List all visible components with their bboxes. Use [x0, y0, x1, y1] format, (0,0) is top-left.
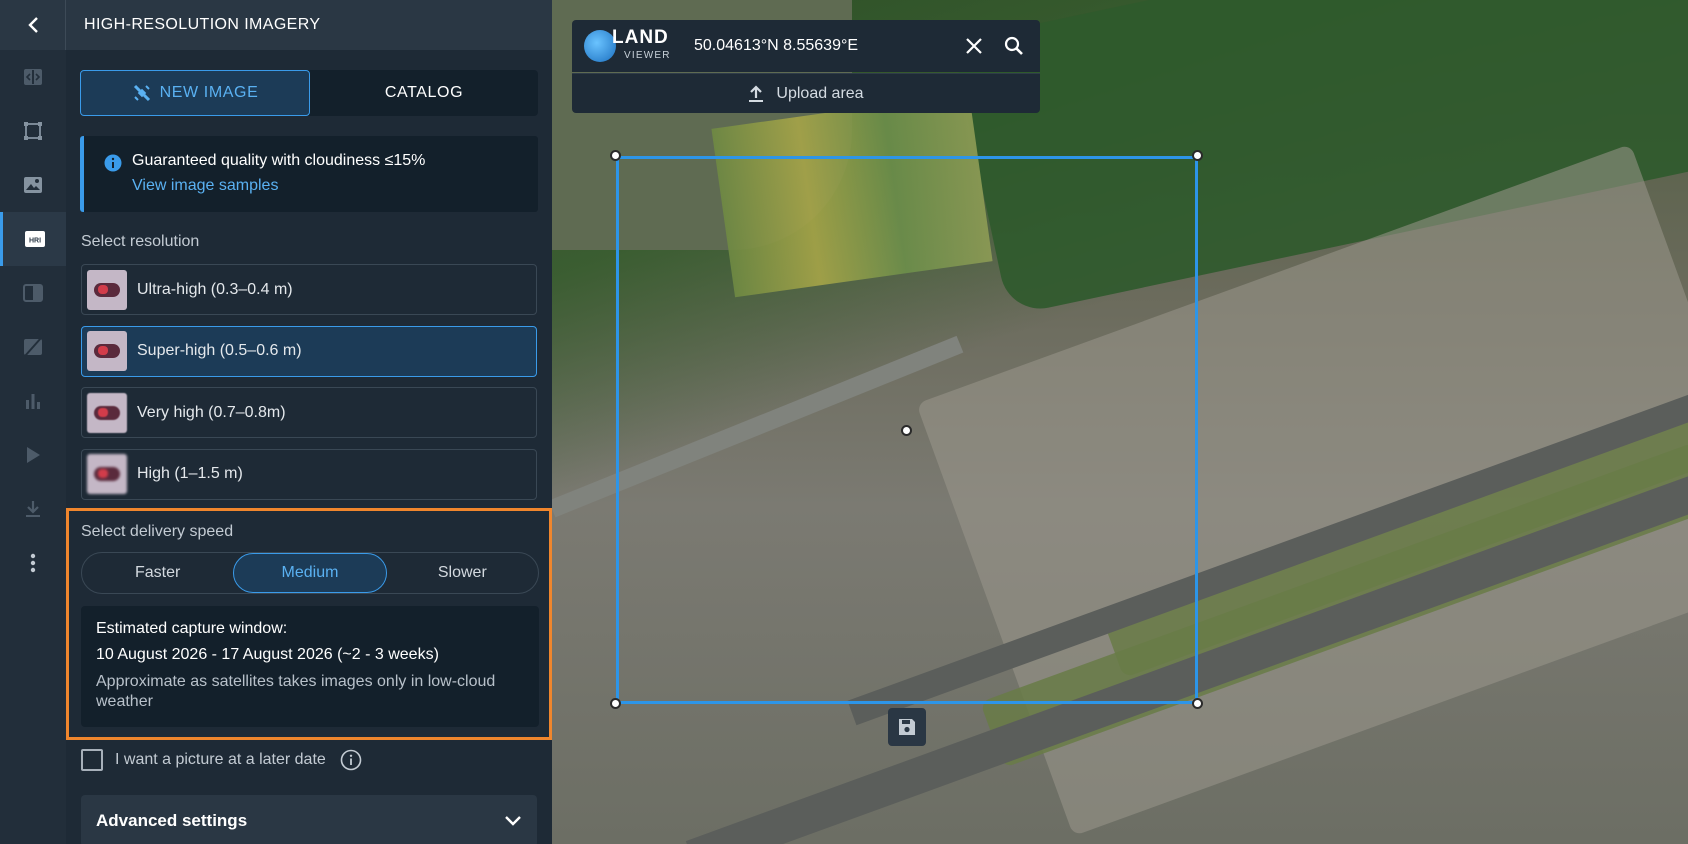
title-bar: HIGH-RESOLUTION IMAGERY	[0, 0, 552, 50]
advanced-settings-label: Advanced settings	[96, 811, 248, 830]
resolution-option-label: Super-high (0.5–0.6 m)	[137, 342, 302, 359]
play-icon	[27, 447, 40, 463]
upload-icon	[749, 84, 764, 102]
rail-draw-area[interactable]	[0, 104, 66, 158]
later-date-label: I want a picture at a later date	[115, 751, 326, 768]
speed-option-faster[interactable]: Faster	[82, 553, 233, 593]
split-view-icon	[23, 284, 43, 302]
resolution-thumbnail	[87, 331, 127, 371]
mode-tabs: NEW IMAGE CATALOG	[80, 70, 538, 116]
info-circle-icon[interactable]	[340, 749, 362, 771]
resolution-thumbnail	[87, 269, 127, 310]
chevron-left-icon	[27, 17, 38, 33]
upload-area-label: Upload area	[776, 84, 864, 102]
resolution-option-super-high[interactable]: Super-high (0.5–0.6 m)	[81, 325, 537, 377]
capture-window-title: Estimated capture window:	[96, 620, 288, 637]
resolution-option-label: Ultra-high (0.3–0.4 m)	[137, 280, 293, 298]
resolution-option-ultra-high[interactable]: Ultra-high (0.3–0.4 m)	[81, 264, 537, 315]
no-image-icon	[24, 337, 42, 357]
aoi-handle-inner[interactable]	[901, 425, 912, 436]
image-icon	[24, 177, 42, 193]
view-samples-link[interactable]: View image samples	[132, 177, 278, 195]
tab-new-image-label: NEW IMAGE	[159, 84, 259, 101]
resolution-label: Select resolution	[81, 233, 200, 250]
capture-window-note: Approximate as satellites takes images o…	[96, 673, 496, 710]
close-icon	[966, 38, 982, 54]
aoi-handle-top-left[interactable]	[610, 150, 621, 161]
rail-split-view[interactable]	[0, 266, 66, 320]
rail-play[interactable]	[0, 428, 66, 482]
rail-no-image[interactable]	[0, 320, 66, 374]
later-date-checkbox[interactable]	[81, 749, 103, 771]
satellite-icon	[133, 84, 150, 102]
upload-area-button[interactable]: Upload area	[572, 73, 1040, 113]
resolution-option-label: Very high (0.7–0.8m)	[137, 403, 286, 421]
resolution-option-high[interactable]: High (1–1.5 m)	[81, 448, 537, 500]
aoi-handle-bottom-right[interactable]	[1192, 698, 1203, 709]
save-area-button[interactable]	[888, 708, 926, 746]
advanced-settings-toggle[interactable]: Advanced settings	[81, 795, 537, 844]
analytics-icon	[26, 394, 40, 409]
later-date-row: I want a picture at a later date	[81, 749, 362, 771]
resolution-option-label: High (1–1.5 m)	[137, 465, 243, 482]
app-root: HIGH-RESOLUTION IMAGERY HRI NEW IMAGE CA…	[0, 0, 1688, 844]
back-button[interactable]	[0, 0, 66, 50]
resolution-list: Ultra-high (0.3–0.4 m) Super-high (0.5–0…	[81, 264, 537, 510]
tab-new-image[interactable]: NEW IMAGE	[80, 70, 310, 116]
rail-compare[interactable]	[0, 50, 66, 104]
search-icon	[1004, 36, 1023, 55]
rail-images[interactable]	[0, 158, 66, 212]
aoi-handle-top-right[interactable]	[1192, 150, 1203, 161]
resolution-thumbnail	[87, 454, 127, 494]
clear-search-button[interactable]	[954, 26, 994, 66]
speed-option-medium[interactable]: Medium	[233, 553, 387, 593]
info-icon	[104, 154, 122, 172]
chevron-down-icon	[505, 816, 521, 826]
delivery-speed-label: Select delivery speed	[81, 523, 234, 540]
compare-icon	[24, 69, 42, 85]
logo-main-text: LAND	[612, 27, 669, 48]
rail-hri[interactable]: HRI	[0, 212, 66, 266]
draw-area-icon	[24, 122, 42, 140]
delivery-speed-section: Select delivery speed Faster Medium Slow…	[66, 508, 552, 740]
download-icon	[26, 501, 40, 517]
search-input[interactable]	[694, 37, 954, 55]
landviewer-logo: LAND VIEWER	[584, 26, 680, 66]
hri-icon: HRI	[24, 231, 45, 247]
page-title: HIGH-RESOLUTION IMAGERY	[84, 16, 321, 33]
rail-download[interactable]	[0, 482, 66, 536]
quality-info-box: Guaranteed quality with cloudiness ≤15% …	[80, 136, 538, 212]
svg-text:HRI: HRI	[28, 238, 40, 245]
capture-window-dates: 10 August 2026 - 17 August 2026 (~2 - 3 …	[96, 646, 439, 663]
more-icon	[30, 553, 36, 573]
icon-rail: HRI	[0, 50, 66, 844]
resolution-thumbnail	[87, 392, 127, 433]
aoi-handle-bottom-left[interactable]	[610, 698, 621, 709]
delivery-speed-selector: Faster Medium Slower	[81, 552, 539, 594]
save-icon	[899, 719, 915, 735]
rail-more[interactable]	[0, 536, 66, 590]
tab-catalog[interactable]: CATALOG	[310, 70, 538, 116]
quality-info-text: Guaranteed quality with cloudiness ≤15%	[132, 152, 426, 169]
search-bar: LAND VIEWER	[572, 20, 1040, 72]
speed-option-slower[interactable]: Slower	[387, 553, 538, 593]
rail-analytics[interactable]	[0, 374, 66, 428]
search-button[interactable]	[994, 26, 1034, 66]
tab-catalog-label: CATALOG	[384, 84, 464, 101]
resolution-option-very-high[interactable]: Very high (0.7–0.8m)	[81, 387, 537, 438]
logo-sub-text: VIEWER	[624, 50, 671, 61]
capture-window-box: Estimated capture window: 10 August 2026…	[81, 606, 539, 727]
